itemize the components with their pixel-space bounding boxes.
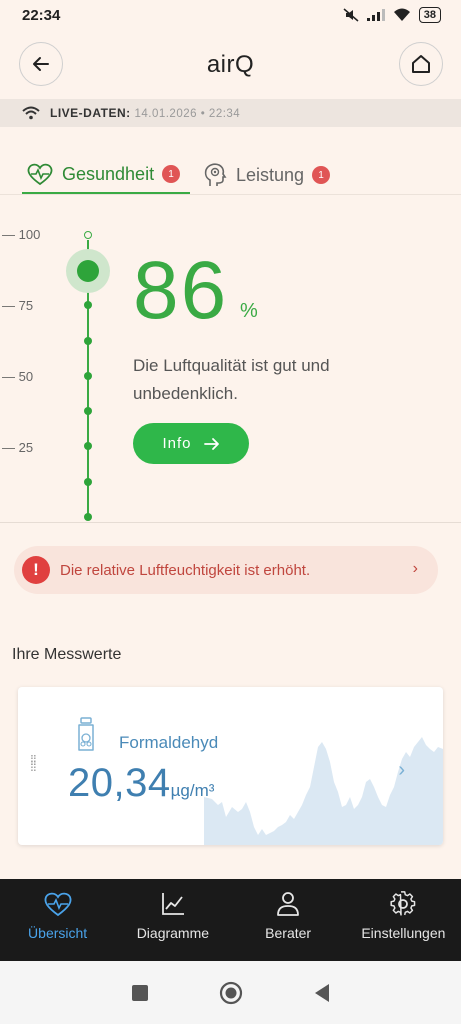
bottle-icon bbox=[78, 717, 94, 751]
alert-text: Die relative Luftfeuchtigkeit ist erhöht… bbox=[60, 561, 311, 579]
wifi-icon bbox=[393, 8, 410, 21]
tab-leistung[interactable]: Leistung 1 bbox=[202, 156, 331, 194]
score-track-dot bbox=[84, 301, 92, 309]
tab-badge: 1 bbox=[312, 166, 331, 184]
card-title: Formaldehyd bbox=[119, 733, 219, 752]
score-track-dot bbox=[84, 478, 92, 486]
home-icon bbox=[412, 55, 430, 73]
nav-item-diagramme[interactable]: Diagramme bbox=[115, 879, 230, 961]
drag-handle-icon[interactable]: ⁞⁞ ⁞⁞ bbox=[30, 753, 37, 773]
chart-icon bbox=[161, 893, 184, 915]
app-header: airQ bbox=[0, 38, 461, 92]
score-marker bbox=[77, 260, 99, 282]
nav-label: Diagramme bbox=[136, 925, 210, 941]
heart-pulse-icon bbox=[27, 163, 53, 186]
sparkline-chart bbox=[204, 737, 443, 845]
live-label: LIVE-DATEN: 14.01.2026 • 22:34 bbox=[50, 106, 241, 120]
back-triangle-icon[interactable] bbox=[313, 983, 331, 1003]
mute-icon bbox=[343, 8, 359, 22]
scale-label-100: — 100 bbox=[2, 227, 41, 242]
nav-label: Einstellungen bbox=[361, 925, 446, 941]
humidity-alert[interactable]: ! Die relative Luftfeuchtigkeit ist erhö… bbox=[14, 546, 438, 594]
bottom-nav: Übersicht Diagramme Berater Einstellunge… bbox=[0, 879, 461, 961]
head-brain-icon bbox=[204, 163, 227, 186]
status-icons: 38 bbox=[343, 7, 441, 23]
tab-badge: 1 bbox=[162, 165, 181, 183]
app-title: airQ bbox=[206, 51, 255, 78]
chevron-right-icon: › bbox=[412, 560, 418, 577]
status-bar: 22:34 38 bbox=[0, 0, 461, 30]
alert-icon: ! bbox=[22, 556, 50, 584]
person-icon bbox=[277, 892, 300, 916]
recents-icon[interactable] bbox=[131, 984, 149, 1002]
score-track-dot bbox=[84, 372, 92, 380]
card-unit: µg/m³ bbox=[170, 781, 215, 800]
home-circle-icon[interactable] bbox=[219, 981, 243, 1005]
score-value: 86 bbox=[133, 245, 229, 336]
battery-indicator: 38 bbox=[418, 7, 441, 23]
wifi-icon bbox=[22, 106, 40, 120]
nav-item-uebersicht[interactable]: Übersicht bbox=[0, 879, 115, 961]
live-timestamp: 14.01.2026 • 22:34 bbox=[134, 108, 241, 120]
arrow-right-icon bbox=[203, 437, 219, 450]
info-button[interactable]: Info bbox=[133, 423, 249, 464]
live-data-bar: LIVE-DATEN: 14.01.2026 • 22:34 bbox=[0, 99, 461, 127]
score-track-dot bbox=[84, 513, 92, 521]
section-title: Ihre Messwerte bbox=[12, 646, 122, 663]
info-button-label: Info bbox=[162, 435, 192, 452]
tab-bar: Gesundheit 1 Leistung 1 bbox=[22, 156, 442, 196]
scale-label-50: — 50 bbox=[2, 369, 34, 384]
status-time: 22:34 bbox=[22, 6, 61, 24]
signal-icon bbox=[366, 9, 385, 21]
formaldehyde-card[interactable]: ⁞⁞ ⁞⁞ Formaldehyd 20,34µg/m³ › bbox=[18, 687, 443, 845]
tab-label: Gesundheit bbox=[62, 163, 155, 184]
heart-pulse-icon bbox=[44, 892, 72, 917]
tab-label: Leistung bbox=[236, 164, 305, 185]
system-nav-bar bbox=[0, 961, 461, 1024]
nav-item-berater[interactable]: Berater bbox=[231, 879, 346, 961]
nav-label: Übersicht bbox=[28, 925, 88, 941]
nav-item-einstellungen[interactable]: Einstellungen bbox=[346, 879, 461, 961]
divider bbox=[0, 194, 461, 195]
score-unit: % bbox=[240, 300, 258, 322]
chevron-right-icon: › bbox=[398, 759, 405, 781]
card-value: 20,34µg/m³ bbox=[68, 761, 215, 805]
score-track-dot bbox=[84, 442, 92, 450]
score-track-dot bbox=[84, 407, 92, 415]
scale-label-75: — 75 bbox=[2, 298, 34, 313]
score-track-dot bbox=[84, 337, 92, 345]
scale-label-25: — 25 bbox=[2, 440, 34, 455]
home-button[interactable] bbox=[399, 42, 443, 86]
score-track-top bbox=[84, 231, 92, 239]
nav-label: Berater bbox=[265, 925, 312, 941]
gear-icon bbox=[390, 891, 416, 916]
tab-gesundheit[interactable]: Gesundheit 1 bbox=[22, 156, 190, 194]
divider bbox=[0, 522, 461, 523]
score-description: Die Luftqualität ist gut und unbedenklic… bbox=[133, 356, 330, 403]
